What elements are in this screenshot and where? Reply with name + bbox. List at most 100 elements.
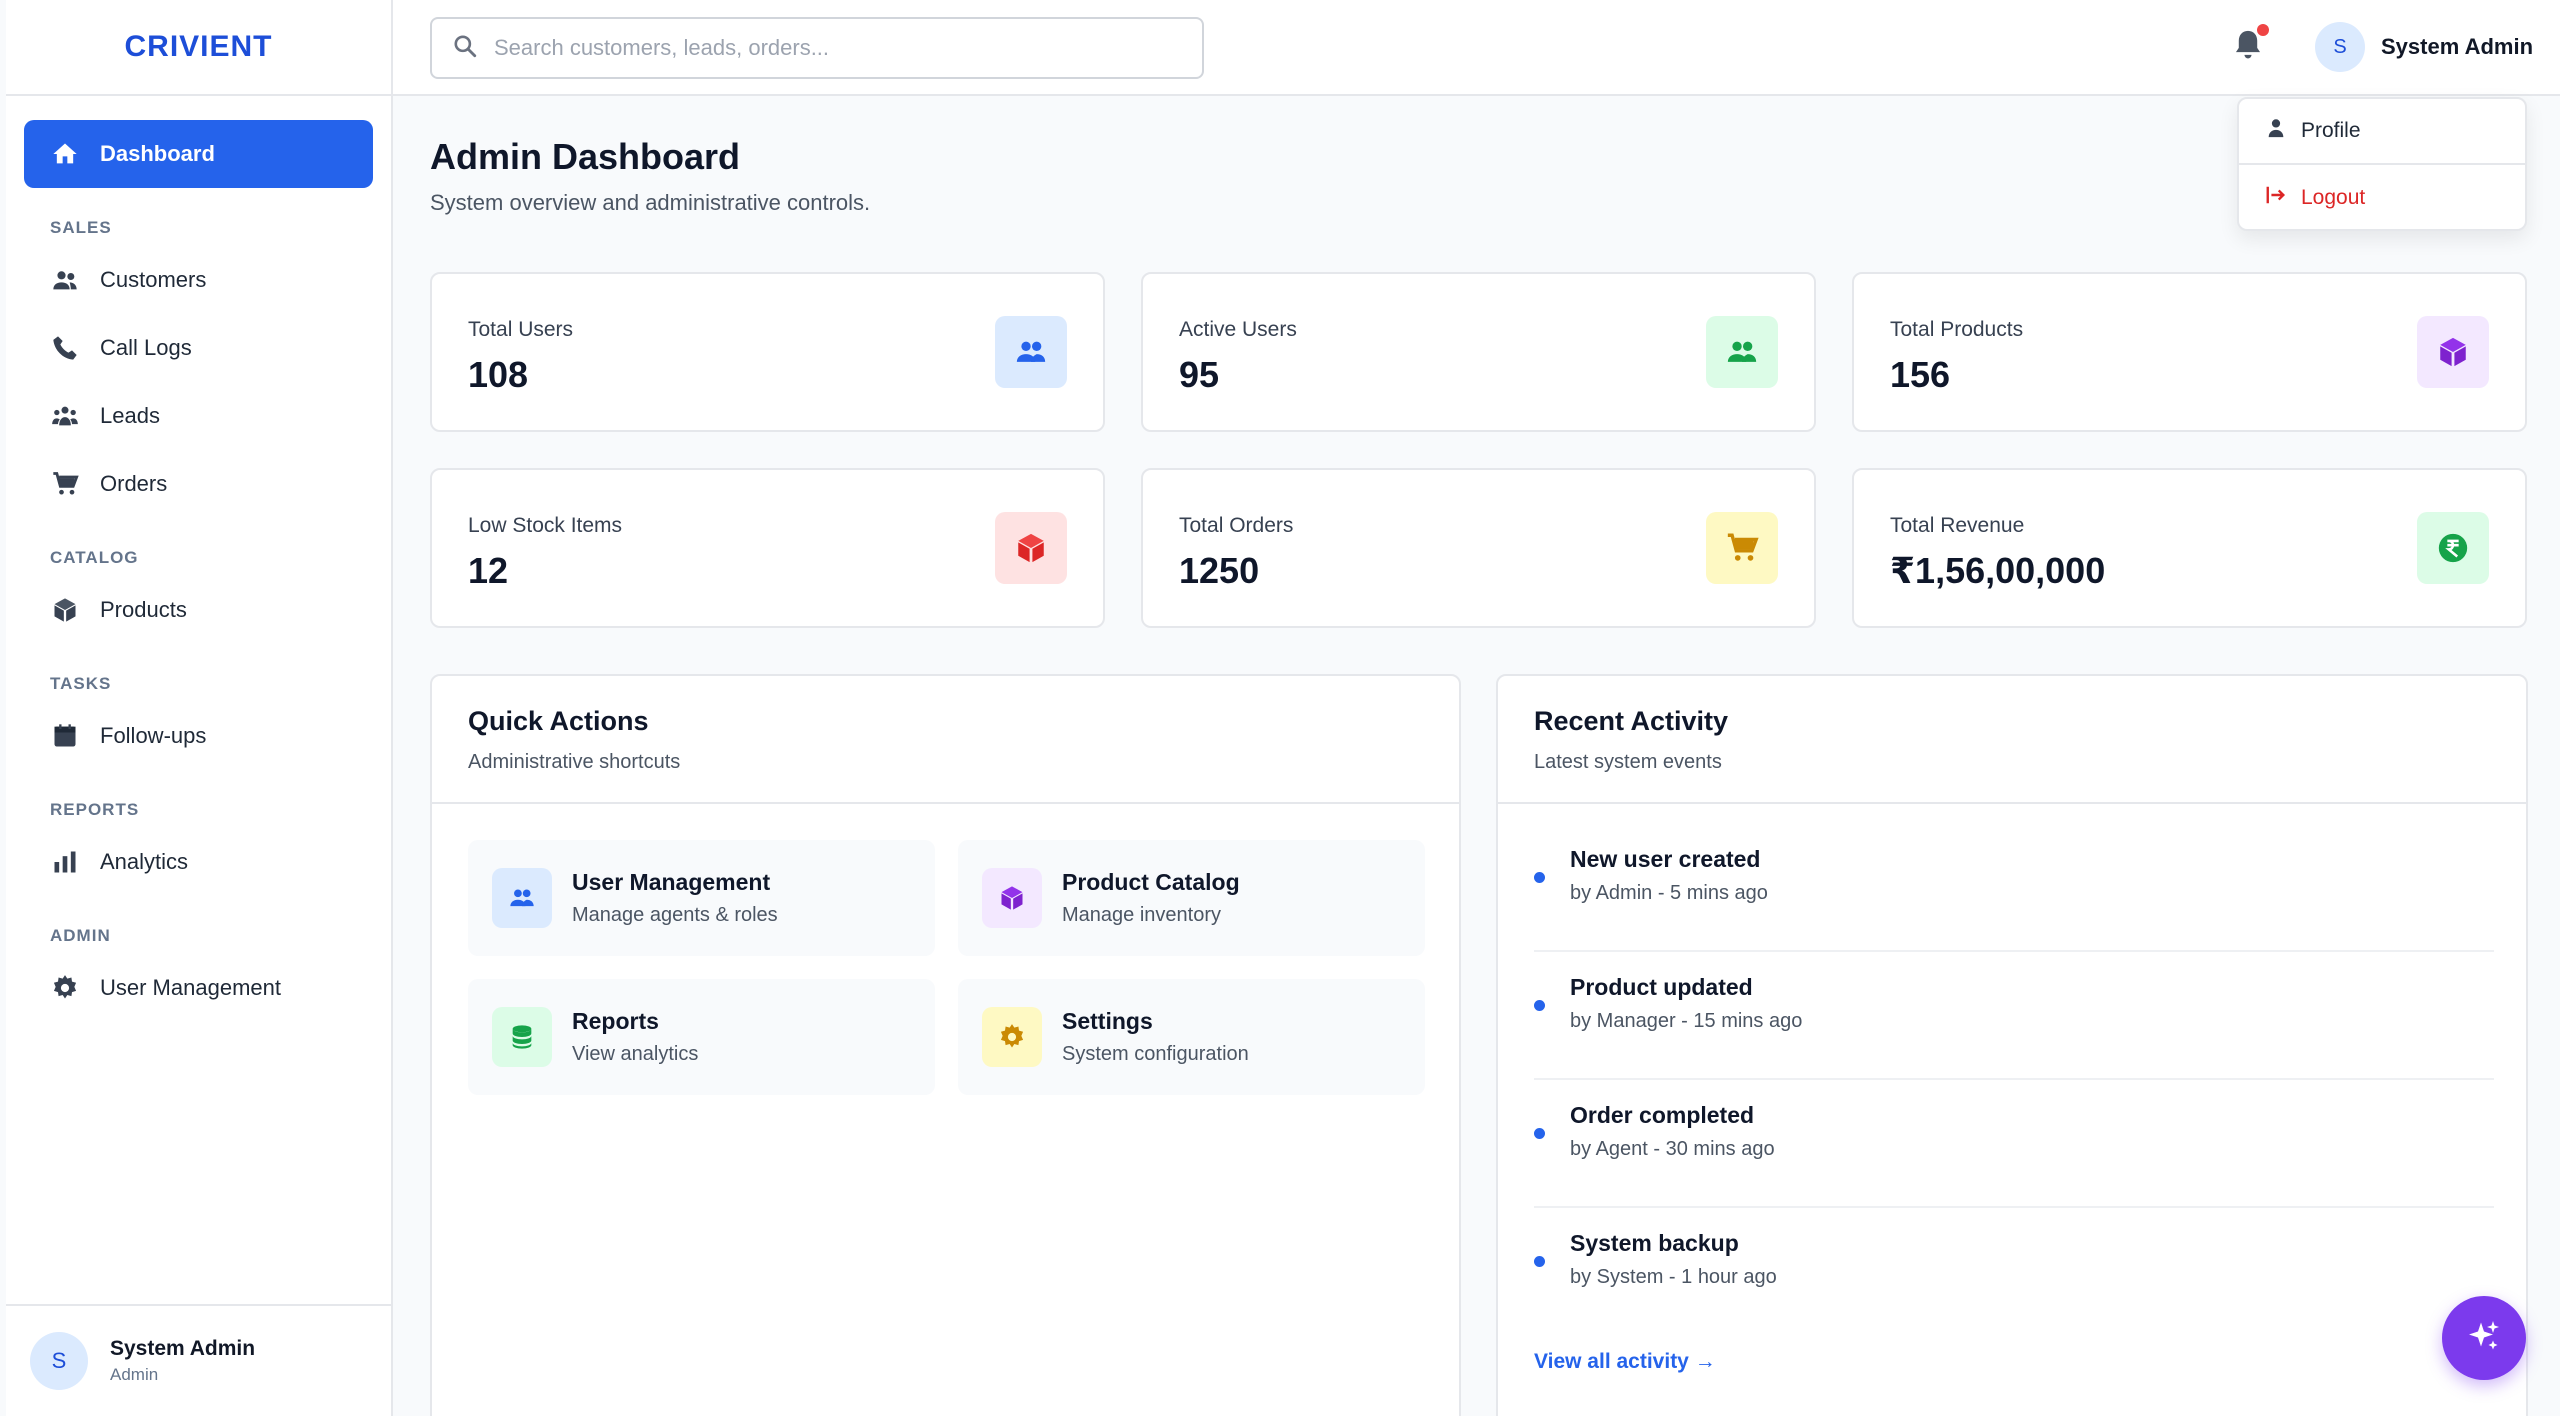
ai-assistant-button[interactable] (2442, 1296, 2526, 1380)
stat-label: Total Products (1890, 318, 2024, 341)
panel-subtitle: Administrative shortcuts (468, 751, 681, 773)
quick-action-text: Product Catalog Manage inventory (1062, 869, 1240, 927)
activity-title: Order completed (1570, 1102, 1755, 1128)
sidebar-item-followups[interactable]: Follow-ups (24, 702, 373, 770)
stat-value: ₹1,56,00,000 (1890, 550, 2106, 591)
sidebar-user-card[interactable]: S System Admin Admin (6, 1304, 391, 1416)
search-bar (430, 17, 1204, 79)
user-icon (2265, 117, 2301, 145)
stat-value: 156 (1890, 354, 1951, 395)
activity-dot-icon (1534, 1000, 1545, 1011)
quick-action-settings[interactable]: Settings System configuration (958, 979, 1425, 1095)
sidebar-user-info: System Admin Admin (110, 1337, 255, 1385)
quick-action-text: Settings System configuration (1062, 1008, 1249, 1066)
sidebar-item-call-logs[interactable]: Call Logs (24, 314, 373, 382)
stat-label: Total Revenue (1890, 514, 2025, 537)
cube-icon (995, 512, 1067, 584)
stat-card-total-orders[interactable]: Total Orders 1250 (1141, 468, 1816, 628)
user-menu-button[interactable]: S System Admin (2315, 22, 2533, 72)
cube-icon (982, 868, 1042, 928)
users-icon (1706, 316, 1778, 388)
panel-title: Quick Actions (468, 706, 649, 736)
sidebar-item-label: Analytics (100, 849, 189, 874)
home-icon (50, 139, 80, 169)
users-icon (492, 868, 552, 928)
view-all-activity-link[interactable]: View all activity → (1534, 1350, 1716, 1374)
search-icon (452, 33, 478, 64)
sidebar-user-name: System Admin (110, 1337, 256, 1360)
sidebar-nav: Dashboard SALES Customers Call Logs Lead (6, 96, 391, 1022)
sparkle-icon (2466, 1318, 2502, 1359)
stat-card-low-stock[interactable]: Low Stock Items 12 (430, 468, 1105, 628)
sidebar-section-admin: ADMIN (50, 926, 111, 945)
panel-header: Recent Activity Latest system events (1498, 676, 2526, 804)
menu-item-logout[interactable]: Logout (2239, 165, 2525, 231)
page-title: Admin Dashboard (430, 136, 741, 177)
activity-dot-icon (1534, 872, 1545, 883)
activity-meta: by Agent - 30 mins ago (1570, 1138, 1775, 1160)
brand: CRIVIENT (6, 0, 391, 96)
sidebar-item-products[interactable]: Products (24, 576, 373, 644)
calendar-icon (50, 721, 80, 751)
sidebar-section-catalog: CATALOG (50, 548, 139, 567)
sidebar-item-label: Follow-ups (100, 723, 207, 748)
quick-action-product-catalog[interactable]: Product Catalog Manage inventory (958, 840, 1425, 956)
search-input[interactable] (494, 35, 1174, 61)
quick-action-reports[interactable]: Reports View analytics (468, 979, 935, 1095)
sidebar-section-reports: REPORTS (50, 800, 140, 819)
sidebar-user-role: Admin (110, 1365, 159, 1384)
quick-action-text: Reports View analytics (572, 1008, 698, 1066)
brand-logo-text[interactable]: CRIVIENT (124, 30, 272, 64)
bell-icon (2231, 30, 2265, 66)
activity-title: New user created (1570, 846, 1761, 872)
stat-card-total-users[interactable]: Total Users 108 (430, 272, 1105, 432)
app: CRIVIENT Dashboard SALES Customers Call … (0, 0, 2560, 1416)
panel-header: Quick Actions Administrative shortcuts (432, 676, 1459, 804)
cart-icon (1706, 512, 1778, 584)
stat-value: 12 (468, 550, 509, 591)
activity-title: System backup (1570, 1230, 1739, 1256)
cube-icon (2417, 316, 2489, 388)
activity-item: Product updated by Manager - 15 mins ago (1534, 952, 2494, 1080)
activity-meta: by System - 1 hour ago (1570, 1266, 1777, 1288)
activity-dot-icon (1534, 1128, 1545, 1139)
stat-label: Total Orders (1179, 514, 1294, 537)
rupee-icon (2417, 512, 2489, 584)
panel-title: Recent Activity (1534, 706, 1729, 736)
recent-activity-panel: Recent Activity Latest system events New… (1496, 674, 2528, 1416)
sidebar-section-tasks: TASKS (50, 674, 112, 693)
users-icon (50, 265, 80, 295)
quick-action-desc: Manage agents & roles (572, 904, 778, 926)
sidebar-item-label: Products (100, 597, 187, 622)
phone-icon (50, 333, 80, 363)
sidebar-item-label: Customers (100, 267, 207, 292)
quick-action-user-management[interactable]: User Management Manage agents & roles (468, 840, 935, 956)
sidebar-item-customers[interactable]: Customers (24, 246, 373, 314)
avatar: S (30, 1332, 88, 1390)
sidebar-item-user-management[interactable]: User Management (24, 954, 373, 1022)
sidebar-item-orders[interactable]: Orders (24, 450, 373, 518)
stat-value: 1250 (1179, 550, 1260, 591)
bar-chart-icon (50, 847, 80, 877)
cube-icon (50, 595, 80, 625)
notifications-button[interactable] (2231, 24, 2271, 68)
quick-action-title: User Management (572, 869, 771, 895)
activity-item: System backup by System - 1 hour ago (1534, 1208, 2494, 1336)
sidebar-item-label: Dashboard (100, 141, 215, 166)
stat-card-total-products[interactable]: Total Products 156 (1852, 272, 2527, 432)
sidebar-item-analytics[interactable]: Analytics (24, 828, 373, 896)
sidebar-item-leads[interactable]: Leads (24, 382, 373, 450)
sidebar-item-label: Orders (100, 471, 168, 496)
sidebar-item-dashboard[interactable]: Dashboard (24, 120, 373, 188)
quick-action-title: Settings (1062, 1008, 1153, 1034)
quick-actions-panel: Quick Actions Administrative shortcuts U… (430, 674, 1461, 1416)
quick-action-desc: System configuration (1062, 1043, 1249, 1065)
quick-action-title: Reports (572, 1008, 659, 1034)
stat-card-active-users[interactable]: Active Users 95 (1141, 272, 1816, 432)
menu-item-profile[interactable]: Profile (2239, 99, 2525, 165)
header-user-name: System Admin (2381, 34, 2534, 59)
menu-item-label: Profile (2301, 119, 2361, 142)
quick-action-text: User Management Manage agents & roles (572, 869, 778, 927)
stat-label: Low Stock Items (468, 514, 623, 537)
stat-card-total-revenue[interactable]: Total Revenue ₹1,56,00,000 (1852, 468, 2527, 628)
